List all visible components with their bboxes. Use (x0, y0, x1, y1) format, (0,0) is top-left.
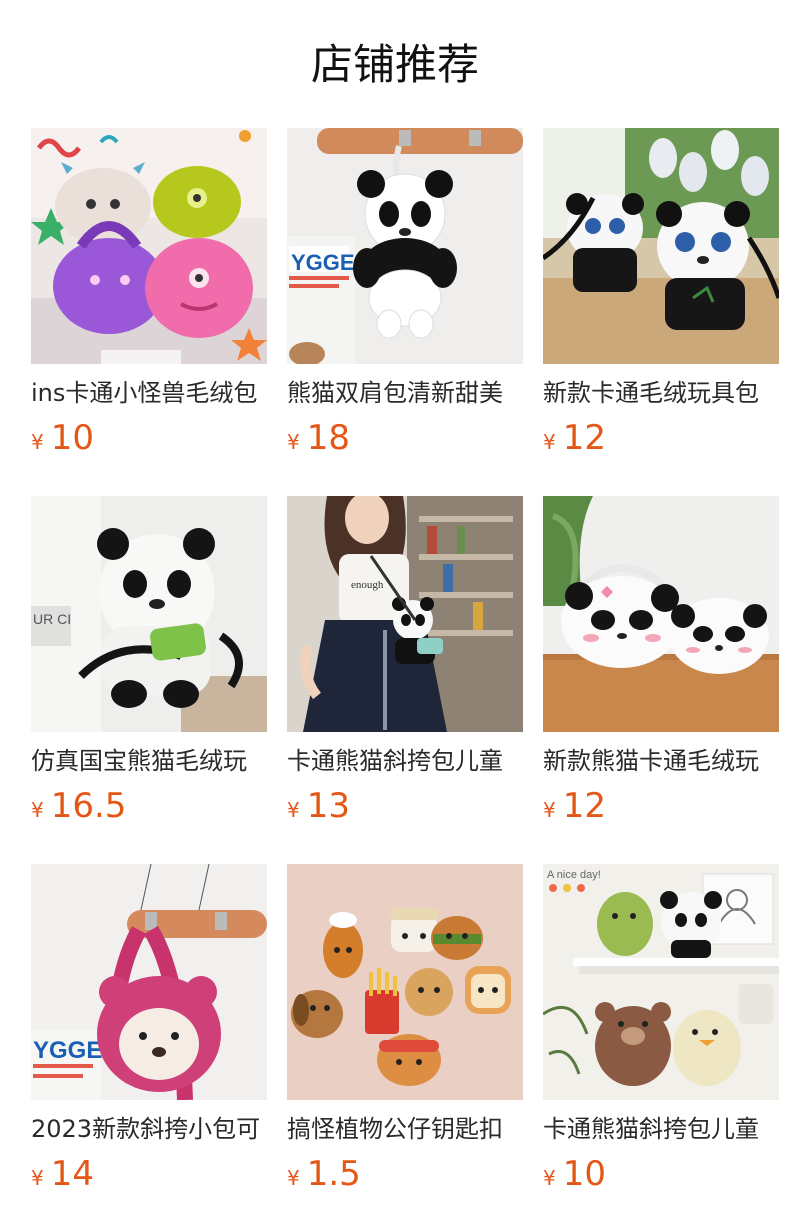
price-value: 10 (50, 418, 94, 458)
svg-text:enough: enough (351, 579, 384, 591)
svg-text:YGGE: YGGE (291, 250, 355, 275)
product-price: ¥13 (287, 784, 350, 828)
product-price: ¥10 (543, 1152, 606, 1196)
pink-bear-bag-image: YGGE (31, 864, 267, 1100)
product-image[interactable] (543, 128, 779, 364)
product-name[interactable]: 2023新款斜挎小包可 (31, 1112, 267, 1146)
panda-crossbody-bags-image (543, 128, 779, 364)
product-grid: ins卡通小怪兽毛绒包 ¥10 YGGE 熊猫双肩包清新甜美 ¥ 18 新款卡通… (31, 128, 779, 1232)
currency-symbol: ¥ (543, 1166, 556, 1190)
product-card[interactable]: 新款卡通毛绒玩具包 ¥12 (543, 128, 779, 458)
product-card[interactable]: ins卡通小怪兽毛绒包 ¥10 (31, 128, 267, 458)
price-value: 10 (562, 1154, 606, 1194)
product-price: ¥16.5 (31, 784, 126, 828)
product-card[interactable]: UR CI 仿真国宝熊猫毛绒玩 ¥ 16.5 (31, 496, 267, 826)
product-card[interactable]: 搞怪植物公仔钥匙扣 ¥1.5 (287, 864, 523, 1194)
product-image[interactable]: YGGE (31, 864, 267, 1100)
product-price: ¥12 (543, 416, 606, 460)
product-card[interactable]: A nice day! 卡通熊猫斜挎包儿童 ¥ 10 (543, 864, 779, 1194)
svg-text:YGGE: YGGE (33, 1037, 102, 1064)
panda-face-bags-image (543, 496, 779, 732)
product-image[interactable] (543, 496, 779, 732)
price-value: 18 (306, 418, 350, 458)
product-price: ¥14 (31, 1152, 94, 1196)
svg-text:A nice day!: A nice day! (547, 869, 601, 881)
product-card[interactable]: YGGE 熊猫双肩包清新甜美 ¥ 18 (287, 128, 523, 458)
price-value: 12 (562, 786, 606, 826)
price-value: 1.5 (306, 1154, 361, 1194)
product-image[interactable]: YGGE (287, 128, 523, 364)
currency-symbol: ¥ (287, 798, 300, 822)
product-image[interactable]: enough (287, 496, 523, 732)
product-row: ins卡通小怪兽毛绒包 ¥10 YGGE 熊猫双肩包清新甜美 ¥ 18 新款卡通… (31, 128, 779, 496)
product-image[interactable]: A nice day! (543, 864, 779, 1100)
product-name[interactable]: 卡通熊猫斜挎包儿童 (287, 744, 523, 778)
plush-animals-shelf-image: A nice day! (543, 864, 779, 1100)
food-keychains-image (287, 864, 523, 1100)
product-name[interactable]: 卡通熊猫斜挎包儿童 (543, 1112, 779, 1146)
product-image[interactable] (31, 128, 267, 364)
product-price: ¥1.5 (287, 1152, 361, 1196)
currency-symbol: ¥ (287, 1166, 300, 1190)
currency-symbol: ¥ (543, 430, 556, 454)
product-row: YGGE 2023新款斜挎小包可 ¥ 14 搞怪植物公仔钥匙扣 ¥ 1.5 A … (31, 864, 779, 1232)
product-card[interactable]: YGGE 2023新款斜挎小包可 ¥ 14 (31, 864, 267, 1194)
product-name[interactable]: 熊猫双肩包清新甜美 (287, 376, 523, 410)
product-name[interactable]: 新款卡通毛绒玩具包 (543, 376, 779, 410)
product-name[interactable]: 仿真国宝熊猫毛绒玩 (31, 744, 267, 778)
currency-symbol: ¥ (543, 798, 556, 822)
currency-symbol: ¥ (31, 798, 44, 822)
product-name[interactable]: 新款熊猫卡通毛绒玩 (543, 744, 779, 778)
price-value: 13 (306, 786, 350, 826)
product-name[interactable]: ins卡通小怪兽毛绒包 (31, 376, 267, 410)
product-image[interactable]: UR CI (31, 496, 267, 732)
price-value: 16.5 (50, 786, 127, 826)
product-price: ¥10 (31, 416, 94, 460)
product-name[interactable]: 搞怪植物公仔钥匙扣 (287, 1112, 523, 1146)
panda-backpack-image: YGGE (287, 128, 523, 364)
product-price: ¥12 (543, 784, 606, 828)
product-card[interactable]: 新款熊猫卡通毛绒玩 ¥12 (543, 496, 779, 826)
product-card[interactable]: enough 卡通熊猫斜挎包儿童 ¥ 13 (287, 496, 523, 826)
recommended-products-page: 店铺推荐 ins卡通小怪兽毛绒包 ¥ 10 YGGE 熊猫双肩包清新甜美 ¥ 1… (0, 0, 790, 1232)
currency-symbol: ¥ (31, 430, 44, 454)
product-price: ¥18 (287, 416, 350, 460)
panda-plush-backpack-image: UR CI (31, 496, 267, 732)
plush-monster-bags-image (31, 128, 267, 364)
product-row: UR CI 仿真国宝熊猫毛绒玩 ¥ 16.5 enough 卡通熊猫斜挎包儿童 … (31, 496, 779, 864)
currency-symbol: ¥ (287, 430, 300, 454)
model-with-panda-bag-image: enough (287, 496, 523, 732)
price-value: 12 (562, 418, 606, 458)
svg-text:UR CI: UR CI (33, 611, 71, 627)
currency-symbol: ¥ (31, 1166, 44, 1190)
product-image[interactable] (287, 864, 523, 1100)
price-value: 14 (50, 1154, 94, 1194)
section-title: 店铺推荐 (310, 40, 479, 89)
